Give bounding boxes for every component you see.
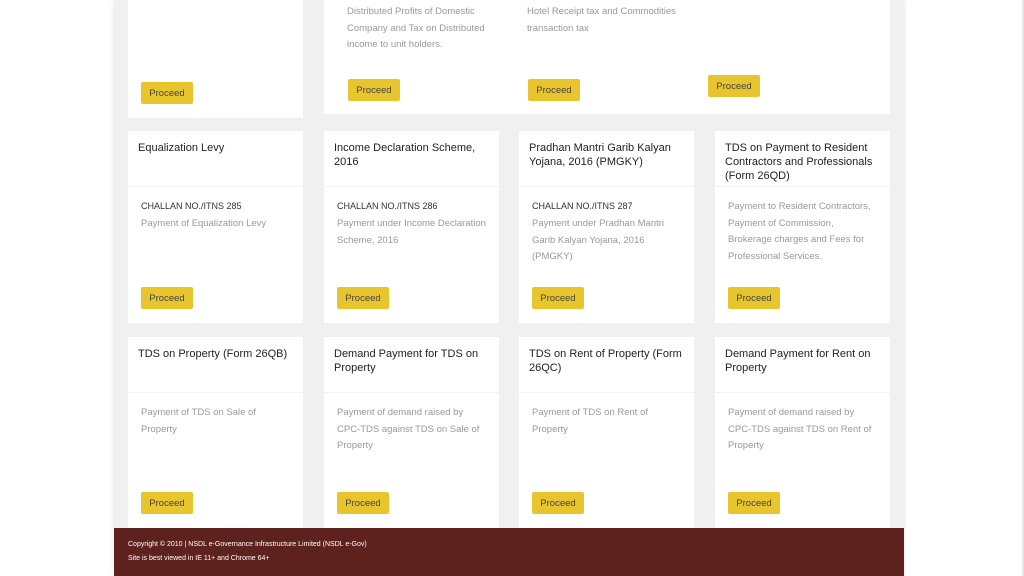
page-container: Proceed Distributed Profits of Domestic …	[114, 0, 904, 576]
proceed-button[interactable]: Proceed	[141, 492, 193, 514]
card-form-26qb: TDS on Property (Form 26QB) Payment of T…	[128, 337, 303, 528]
card-description: Payment of Equalization Levy	[141, 218, 267, 229]
card-top-group: Distributed Profits of Domestic Company …	[324, 0, 890, 114]
card-description: Payment of TDS on Rent of Property	[532, 407, 648, 435]
proceed-button[interactable]: Proceed	[708, 75, 760, 97]
card-description: Payment of TDS on Sale of Property	[141, 407, 256, 435]
card-equalization-levy: Equalization Levy CHALLAN NO./ITNS 285 P…	[128, 131, 303, 323]
card-title: Pradhan Mantri Garib Kalyan Yojana, 2016…	[519, 131, 694, 187]
card-top-1: Proceed	[128, 0, 303, 118]
proceed-button[interactable]: Proceed	[337, 492, 389, 514]
footer-browser-note: Site is best viewed in IE 11+ and Chrome…	[128, 555, 270, 562]
challan-number: CHALLAN NO./ITNS 285	[141, 201, 242, 211]
description-line: Company and Tax on Distributed	[347, 22, 485, 34]
card-description: Payment of demand raised by CPC-TDS agai…	[728, 407, 872, 451]
card-title: Equalization Levy	[128, 131, 303, 187]
card-title: Demand Payment for Rent on Property	[715, 337, 890, 393]
card-title: Income Declaration Scheme, 2016	[324, 131, 499, 187]
card-demand-tds-property: Demand Payment for TDS on Property Payme…	[324, 337, 499, 528]
footer-copyright: Copyright © 2010 | NSDL e-Governance Inf…	[128, 541, 367, 548]
description-line: Distributed Profits of Domestic	[347, 6, 475, 17]
proceed-button[interactable]: Proceed	[337, 287, 389, 309]
proceed-button[interactable]: Proceed	[141, 82, 193, 104]
card-description: Payment to Resident Contractors, Payment…	[728, 201, 871, 262]
card-demand-rent-property: Demand Payment for Rent on Property Paym…	[715, 337, 890, 528]
card-title: Demand Payment for TDS on Property	[324, 337, 499, 393]
proceed-button[interactable]: Proceed	[141, 287, 193, 309]
card-description: Payment of demand raised by CPC-TDS agai…	[337, 407, 480, 451]
card-income-declaration: Income Declaration Scheme, 2016 CHALLAN …	[324, 131, 499, 323]
card-title: TDS on Property (Form 26QB)	[128, 337, 303, 393]
footer: Copyright © 2010 | NSDL e-Governance Inf…	[114, 528, 904, 576]
card-title: TDS on Rent of Property (Form 26QC)	[519, 337, 694, 393]
description-line: transaction tax	[527, 22, 589, 34]
card-title: TDS on Payment to Resident Contractors a…	[715, 131, 890, 187]
challan-number: CHALLAN NO./ITNS 286	[337, 201, 438, 211]
card-form-26qc: TDS on Rent of Property (Form 26QC) Paym…	[519, 337, 694, 528]
card-description: Payment under Pradhan Mantri Garib Kalya…	[532, 218, 665, 262]
proceed-button[interactable]: Proceed	[348, 79, 400, 101]
proceed-button[interactable]: Proceed	[532, 287, 584, 309]
proceed-button[interactable]: Proceed	[528, 79, 580, 101]
card-form-26qd: TDS on Payment to Resident Contractors a…	[715, 131, 890, 323]
card-description: Hotel Receipt tax and Commodities transa…	[527, 4, 676, 37]
description-line: Hotel Receipt tax and Commodities	[527, 6, 676, 17]
proceed-button[interactable]: Proceed	[532, 492, 584, 514]
card-description: Payment under Income Declaration Scheme,…	[337, 218, 486, 246]
proceed-button[interactable]: Proceed	[728, 287, 780, 309]
card-description: Distributed Profits of Domestic Company …	[347, 4, 485, 54]
challan-number: CHALLAN NO./ITNS 287	[532, 201, 633, 211]
description-line: income to unit holders.	[347, 39, 443, 50]
proceed-button[interactable]: Proceed	[728, 492, 780, 514]
card-pmgky: Pradhan Mantri Garib Kalyan Yojana, 2016…	[519, 131, 694, 323]
